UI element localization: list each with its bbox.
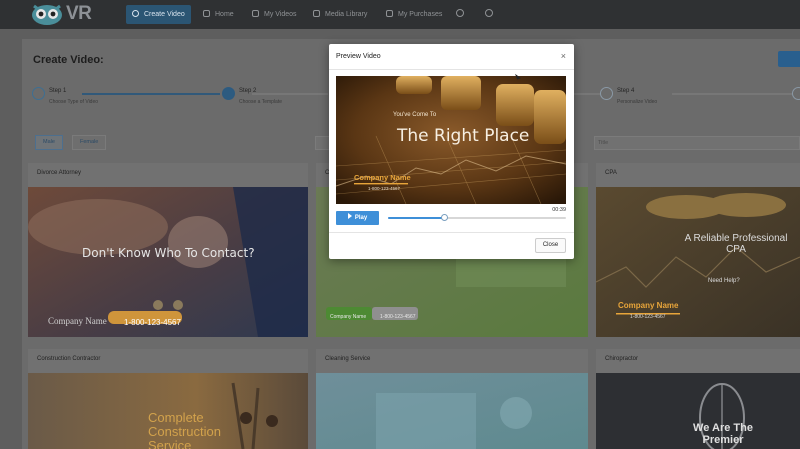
step-number-icon [600,87,613,100]
overlay-title: A Reliable Professional CPA [684,233,788,255]
thumbnail-image [316,373,588,449]
step-number-icon [792,87,800,100]
nav-home[interactable]: Home [203,5,234,24]
thumbnail-image [28,187,308,337]
template-thumbnail[interactable] [28,187,308,337]
step-number-icon [222,87,235,100]
nav-my-purchases[interactable]: My Purchases [386,5,442,24]
preview-video-modal: Preview Video × You've Come To The Right… [329,44,574,259]
video-time: 00:39 [552,207,566,213]
overlay-title: We Are The Premier [693,422,753,446]
nav-label: My Purchases [398,11,443,18]
video-phone: 1-800-123-4567 [368,186,401,191]
video-company-name: Company Name [354,173,411,182]
nav-label: Create Video [144,11,185,18]
folder-icon [313,10,320,17]
template-card[interactable]: Chiropractor We Are The Premier [596,349,800,449]
overlay-phone: 1-800-123-4567 [630,314,666,320]
card-caption: CPA [605,170,617,176]
seek-progress [388,217,445,219]
step-connector [574,93,600,95]
video-intro-text: You've Come To [393,112,437,118]
filter-female-button[interactable]: Female [72,135,107,150]
template-thumbnail[interactable] [316,373,588,449]
template-card[interactable]: Construction Contractor Complete Constru… [28,349,308,449]
next-button[interactable] [778,51,800,67]
page-title: Create Video: [33,54,104,66]
filter-male-button[interactable]: Male [35,135,63,150]
plus-circle-icon [132,10,139,17]
step-connector [252,93,328,95]
video-icon [252,10,259,17]
overlay-company: Company Name [330,314,367,320]
play-label: Play [354,215,368,221]
nav-label: Home [215,11,234,18]
card-caption: Divorce Attorney [37,170,82,176]
overlay-phone: 1-800-123-4567 [124,318,181,327]
video-headline: The Right Place [397,126,530,146]
step-title: Step 1 [49,88,67,94]
help-icon[interactable] [456,9,464,17]
play-icon [347,213,352,219]
template-card[interactable]: CPA A Reliable Professional CPA Need Hel… [596,163,800,337]
close-icon[interactable]: × [561,51,566,61]
step-subtitle: Choose a Template [239,99,282,105]
close-button[interactable]: Close [535,238,566,253]
step-subtitle: Choose Type of Video [49,99,99,105]
card-caption: Cleaning Service [325,356,371,362]
modal-title: Preview Video [336,53,381,60]
search-input[interactable]: Title [594,136,800,150]
modal-divider [329,232,574,233]
card-caption: Chiropractor [605,356,639,362]
thumbnail-image [596,187,800,337]
template-card[interactable]: Cleaning Service [316,349,588,449]
owl-logo-icon[interactable] [30,2,64,26]
overlay-company: Company Name [48,316,107,326]
overlay-subtitle: Need Help? [708,278,740,284]
play-button[interactable]: Play [336,211,379,225]
overlay-company: Company Name [618,301,679,310]
modal-divider [329,69,574,70]
logout-icon[interactable] [485,9,493,17]
video-player: You've Come To The Right Place Company N… [336,76,566,249]
category-select[interactable] [315,136,330,150]
step-connector [672,93,792,95]
nav-create-video[interactable]: Create Video [126,5,191,24]
overlay-title: Don't Know Who To Contact? [82,246,255,260]
step-title: Step 4 [617,88,635,94]
overlay-phone: 1-800-123-4567 [380,314,416,320]
video-seek-slider[interactable] [388,214,566,221]
overlay-title: Complete Construction Service [148,410,221,449]
seek-handle[interactable] [441,214,449,221]
nav-label: My Videos [264,11,297,18]
step-subtitle: Personalize Video [617,99,658,105]
top-navbar: VR Create Video Home My Videos Media Lib… [0,0,800,29]
card-caption: Construction Contractor [37,356,101,362]
home-icon [203,10,210,17]
template-thumbnail[interactable] [596,187,800,337]
template-card[interactable]: Divorce Attorney Don't Know Who To Conta… [28,163,308,337]
nav-label: Media Library [325,11,368,18]
step-connector [82,93,220,95]
nav-my-videos[interactable]: My Videos [252,5,297,24]
nav-media-library[interactable]: Media Library [313,5,367,24]
cart-icon [386,10,393,17]
check-icon [32,87,45,100]
video-frame[interactable]: You've Come To The Right Place Company N… [336,76,566,204]
logo-text: VR [66,3,92,24]
